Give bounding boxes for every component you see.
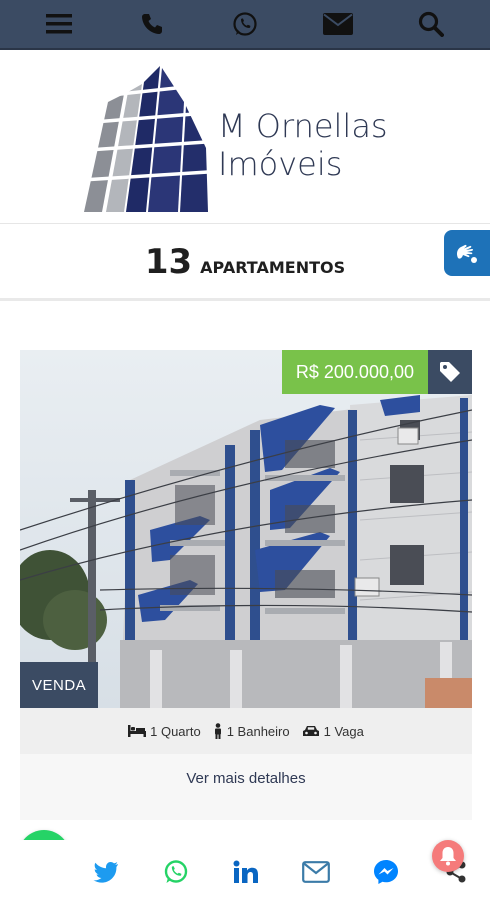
share-whatsapp-button[interactable] (160, 858, 192, 886)
property-features: 1 Quarto 1 Banheiro 1 Vaga (20, 708, 472, 754)
messenger-icon (374, 860, 398, 884)
linkedin-icon (233, 860, 258, 883)
brand-name-line1: M Ornellas (218, 107, 388, 145)
brand-header: M Ornellas Imóveis (0, 52, 490, 224)
feature-bathrooms-label: 1 Banheiro (226, 723, 290, 739)
results-count-bar: 13 APARTAMENTOS (0, 226, 490, 301)
property-photo[interactable]: R$ 200.000,00 VENDA (20, 350, 472, 708)
mail-icon (302, 861, 330, 883)
bed-icon (128, 725, 147, 737)
brand-logo[interactable] (80, 62, 210, 214)
results-label: APARTAMENTOS (200, 257, 346, 277)
top-nav-bar (0, 0, 490, 50)
accessibility-button[interactable] (444, 230, 490, 276)
price-tag: R$ 200.000,00 (281, 350, 428, 394)
see-more-details-link[interactable]: Ver mais detalhes (20, 754, 472, 820)
brand-name: M Ornellas Imóveis (218, 107, 388, 183)
search-icon[interactable] (411, 4, 451, 44)
listing-type-badge: VENDA (20, 662, 99, 708)
feature-parking: 1 Vaga (302, 724, 364, 739)
share-linkedin-button[interactable] (230, 858, 262, 886)
tag-button[interactable] (428, 350, 472, 394)
notification-bell-button[interactable] (432, 840, 464, 872)
feature-parking-label: 1 Vaga (323, 723, 364, 739)
share-messenger-button[interactable] (370, 858, 402, 886)
brand-name-line2: Imóveis (218, 145, 343, 183)
share-bar (0, 840, 490, 900)
share-twitter-button[interactable] (90, 858, 122, 886)
property-card[interactable]: R$ 200.000,00 VENDA 1 Quarto 1 Banheiro … (20, 350, 472, 820)
tag-icon (440, 362, 460, 382)
whatsapp-icon (164, 860, 188, 883)
sign-language-icon (457, 244, 477, 263)
car-icon (302, 725, 319, 736)
mail-icon[interactable] (318, 4, 358, 44)
feature-bedrooms: 1 Quarto (128, 724, 201, 739)
feature-bedrooms-label: 1 Quarto (150, 723, 201, 739)
share-email-button[interactable] (300, 858, 332, 886)
twitter-icon (93, 861, 118, 883)
bell-icon (440, 847, 456, 866)
phone-icon[interactable] (132, 4, 172, 44)
person-icon (214, 723, 221, 739)
results-count: 13 (144, 242, 193, 282)
menu-icon[interactable] (39, 4, 79, 44)
whatsapp-icon[interactable] (225, 4, 265, 44)
feature-bathrooms: 1 Banheiro (213, 723, 290, 739)
